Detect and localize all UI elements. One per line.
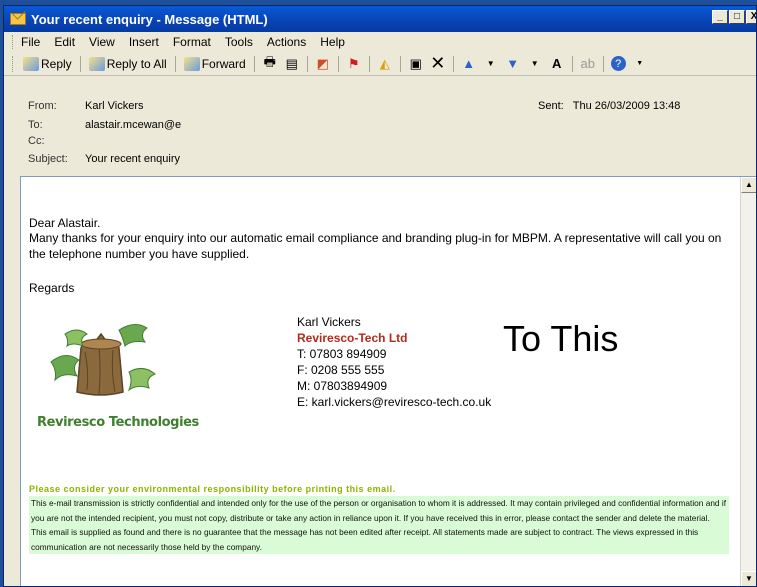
toolbar-separator [306, 55, 308, 72]
greeting: Dear Alastair. [29, 216, 101, 230]
previous-item-icon[interactable]: ▲ [461, 56, 477, 72]
toolbar-separator [368, 55, 370, 72]
toolbar-grip[interactable] [12, 55, 15, 72]
copy-icon[interactable]: ▤ [284, 56, 300, 72]
message-window: Your recent enquiry - Message (HTML) _ □… [3, 5, 757, 587]
scroll-down-arrow-icon[interactable]: ▼ [741, 571, 756, 586]
toolbar-separator [253, 55, 255, 72]
print-icon[interactable]: 🖶 [262, 54, 278, 72]
menu-grip[interactable] [12, 35, 15, 49]
subject-row: Subject: Your recent enquiry [28, 153, 180, 165]
sent-row: Sent: Thu 26/03/2009 13:48 [538, 100, 680, 112]
signature-email[interactable]: E: karl.vickers@reviresco-tech.co.uk [297, 394, 491, 410]
from-label: From: [28, 100, 57, 112]
envelope-icon [10, 13, 26, 25]
reply-all-label: Reply to All [106, 56, 167, 71]
minimize-button[interactable]: _ [712, 10, 728, 24]
junk-folder-icon[interactable]: ◭ [377, 56, 393, 72]
annotation-text: To This [503, 318, 619, 359]
from-value[interactable]: Karl Vickers [85, 100, 143, 112]
menu-bar: File Edit View Insert Format Tools Actio… [4, 32, 756, 52]
vertical-scrollbar[interactable]: ▲ ▼ [740, 177, 756, 586]
menu-insert[interactable]: Insert [129, 35, 159, 49]
signature-mobile: M: 07803894909 [297, 379, 388, 393]
company-logo: Reviresco Technologies [29, 312, 199, 439]
toolbar-separator [452, 55, 454, 72]
toolbar-separator [602, 55, 604, 72]
to-label: To: [28, 119, 43, 131]
scroll-up-arrow-icon[interactable]: ▲ [741, 177, 756, 193]
signature-block: Karl Vickers Reviresco-Tech Ltd T: 07803… [297, 314, 491, 410]
signature-telephone: T: 07803 894909 [297, 347, 387, 361]
reply-label: Reply [41, 56, 72, 71]
body-paragraph: Many thanks for your enquiry into our au… [29, 231, 722, 261]
follow-up-flag-icon[interactable]: ⚑ [346, 56, 362, 72]
title-bar[interactable]: Your recent enquiry - Message (HTML) _ □… [4, 6, 756, 32]
toolbar-options-icon[interactable]: ▼ [632, 56, 648, 72]
reply-icon [23, 56, 39, 71]
signature-fax: F: 0208 555 555 [297, 363, 385, 377]
font-size-icon[interactable]: A [549, 56, 565, 72]
message-body[interactable]: Dear Alastair. Many thanks for your enqu… [20, 176, 756, 586]
delete-icon[interactable]: ✕ [430, 53, 446, 73]
menu-format[interactable]: Format [173, 35, 211, 49]
close-button[interactable]: X [746, 10, 756, 24]
cc-row: Cc: [28, 135, 85, 147]
menu-view[interactable]: View [89, 35, 115, 49]
toolbar-separator [571, 55, 573, 72]
menu-tools[interactable]: Tools [225, 35, 253, 49]
menu-file[interactable]: File [21, 35, 40, 49]
toolbar-separator [337, 55, 339, 72]
standard-toolbar: Reply Reply to All Forward 🖶 ▤ ◩ ⚑ ◭ ▣ ✕… [4, 52, 756, 76]
subject-label: Subject: [28, 153, 68, 165]
encoding-icon[interactable]: ab [580, 56, 596, 72]
move-to-folder-icon[interactable]: ◩ [315, 56, 331, 72]
message-header: From: Karl Vickers To: alastair.mcewan@e… [4, 86, 756, 172]
subject-value: Your recent enquiry [85, 153, 180, 165]
cc-label: Cc: [28, 135, 45, 147]
help-icon[interactable]: ? [610, 56, 626, 71]
reply-button[interactable]: Reply [19, 54, 76, 74]
menu-edit[interactable]: Edit [54, 35, 75, 49]
from-row: From: Karl Vickers [28, 100, 143, 112]
to-value[interactable]: alastair.mcewan@e [85, 119, 181, 131]
toolbar-separator [79, 55, 81, 72]
logo-text: Reviresco Technologies [37, 415, 199, 430]
regards: Regards [29, 281, 75, 295]
forward-label: Forward [201, 56, 246, 71]
next-item-icon[interactable]: ▼ [505, 56, 521, 72]
sent-label: Sent: [538, 100, 564, 112]
address-book-icon[interactable]: ▣ [408, 56, 424, 72]
tree-stump-icon [50, 324, 156, 396]
menu-actions[interactable]: Actions [267, 35, 306, 49]
reply-all-icon [88, 56, 105, 71]
disclaimer-text: This e-mail transmission is strictly con… [29, 496, 729, 555]
toolbar-separator [174, 55, 176, 72]
signature-name: Karl Vickers [297, 315, 361, 329]
window-title: Your recent enquiry - Message (HTML) [31, 11, 268, 27]
environment-notice: Please consider your environmental respo… [29, 484, 396, 494]
forward-button[interactable]: Forward [180, 54, 250, 74]
reply-all-button[interactable]: Reply to All [85, 54, 171, 74]
window-controls: _ □ X [712, 10, 756, 24]
maximize-button[interactable]: □ [729, 10, 745, 24]
forward-icon [183, 56, 200, 71]
dropdown-arrow-icon[interactable]: ▼ [483, 56, 499, 72]
menu-help[interactable]: Help [320, 35, 345, 49]
toolbar-separator [399, 55, 401, 72]
sent-value: Thu 26/03/2009 13:48 [572, 100, 681, 112]
signature-company: Reviresco-Tech Ltd [297, 331, 408, 345]
dropdown-arrow-icon[interactable]: ▼ [527, 56, 543, 72]
to-row: To: alastair.mcewan@e [28, 119, 181, 131]
